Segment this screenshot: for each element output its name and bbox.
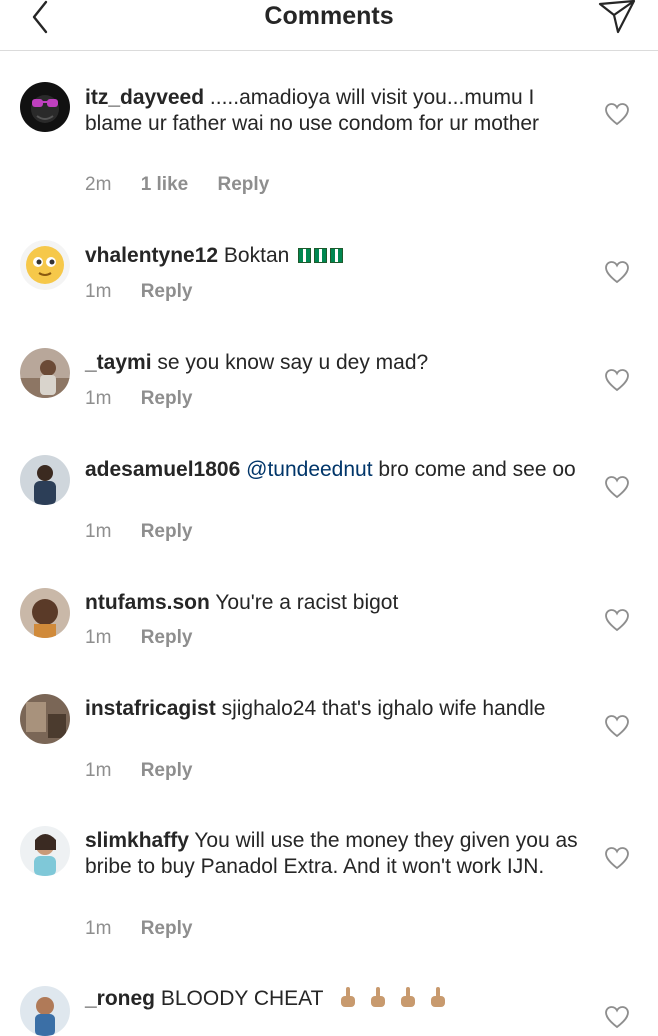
avatar[interactable] <box>20 348 70 398</box>
comment-text: BLOODY CHEAT <box>160 987 324 1010</box>
nigeria-flag-icon <box>298 248 312 263</box>
comment-likes[interactable]: 1 like <box>141 174 189 195</box>
comment-username[interactable]: slimkhaffy <box>85 829 189 852</box>
reply-button[interactable]: Reply <box>141 281 193 302</box>
comment-body: adesamuel1806 @tundeednut bro come and s… <box>85 457 585 483</box>
comment-meta: 1m Reply <box>85 388 216 410</box>
comment-text: You're a racist bigot <box>215 591 399 614</box>
header-bar: Comments <box>0 0 658 51</box>
heart-icon[interactable] <box>604 475 630 499</box>
comment-username[interactable]: adesamuel1806 <box>85 458 240 481</box>
heart-icon[interactable] <box>604 102 630 126</box>
comment-meta: 1m Reply <box>85 521 216 543</box>
paper-plane-icon[interactable] <box>598 0 638 34</box>
comment-meta: 1m Reply <box>85 760 216 782</box>
comment-time: 1m <box>85 521 112 542</box>
page-title: Comments <box>264 2 394 30</box>
comment-time: 1m <box>85 918 112 939</box>
reply-button[interactable]: Reply <box>141 918 193 939</box>
reply-button[interactable]: Reply <box>141 388 193 409</box>
avatar[interactable] <box>20 240 70 290</box>
avatar[interactable] <box>20 82 70 132</box>
reply-button[interactable]: Reply <box>141 627 193 648</box>
comment-time: 1m <box>85 388 112 409</box>
comment-username[interactable]: _roneg <box>85 987 155 1010</box>
reply-button[interactable]: Reply <box>141 521 193 542</box>
comment-meta: 1m Reply <box>85 918 216 940</box>
heart-icon[interactable] <box>604 368 630 392</box>
heart-icon[interactable] <box>604 1005 630 1029</box>
comment-body: instafricagist sjighalo24 that's ighalo … <box>85 696 585 722</box>
comment-body: slimkhaffy You will use the money they g… <box>85 828 585 879</box>
reply-button[interactable]: Reply <box>141 760 193 781</box>
heart-icon[interactable] <box>604 846 630 870</box>
avatar[interactable] <box>20 694 70 744</box>
comment-text: Boktan <box>223 244 290 267</box>
nigeria-flag-icon <box>314 248 328 263</box>
comment-username[interactable]: ntufams.son <box>85 591 210 614</box>
middle-finger-icon <box>400 987 415 1007</box>
avatar[interactable] <box>20 826 70 876</box>
comment-body: itz_dayveed .....amadioya will visit you… <box>85 85 585 136</box>
comment-text: bro come and see oo <box>378 458 576 481</box>
comment-meta: 1m Reply <box>85 627 216 649</box>
reply-button[interactable]: Reply <box>218 174 270 195</box>
comment-text: se you know say u dey mad? <box>157 351 429 374</box>
comment-body: vhalentyne12 Boktan <box>85 243 585 269</box>
comment-username[interactable]: itz_dayveed <box>85 86 204 109</box>
heart-icon[interactable] <box>604 260 630 284</box>
middle-finger-icon <box>340 987 355 1007</box>
heart-icon[interactable] <box>604 714 630 738</box>
comment-text: sjighalo24 that's ighalo wife handle <box>221 697 546 720</box>
comment-body: _roneg BLOODY CHEAT <box>85 986 585 1012</box>
comment-time: 1m <box>85 760 112 781</box>
comment-time: 2m <box>85 174 112 195</box>
avatar[interactable] <box>20 986 70 1036</box>
middle-finger-icon <box>370 987 385 1007</box>
comment-body: _taymi se you know say u dey mad? <box>85 350 585 376</box>
comment-username[interactable]: _taymi <box>85 351 152 374</box>
comment-username[interactable]: instafricagist <box>85 697 216 720</box>
comment-body: ntufams.son You're a racist bigot <box>85 590 585 616</box>
middle-finger-icon <box>430 987 445 1007</box>
heart-icon[interactable] <box>604 608 630 632</box>
comment-meta: 1m Reply <box>85 281 216 303</box>
comment-username[interactable]: vhalentyne12 <box>85 244 218 267</box>
avatar[interactable] <box>20 588 70 638</box>
comment-time: 1m <box>85 627 112 648</box>
comment-meta: 2m 1 like Reply <box>85 174 293 196</box>
comment-mention[interactable]: @tundeednut <box>246 458 372 481</box>
avatar[interactable] <box>20 455 70 505</box>
comment-time: 1m <box>85 281 112 302</box>
nigeria-flag-icon <box>330 248 344 263</box>
